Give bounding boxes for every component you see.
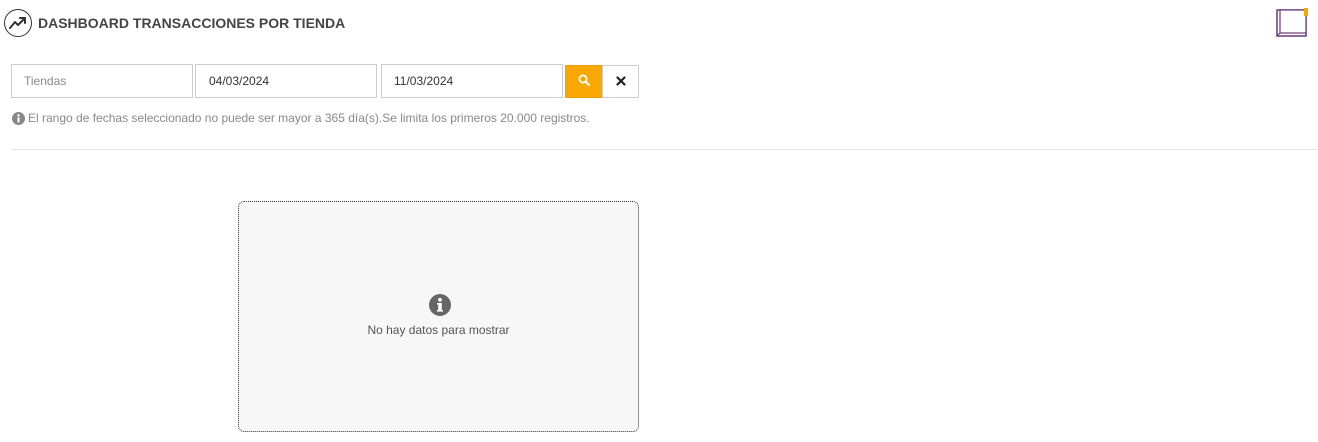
clear-button[interactable] (602, 65, 639, 98)
hint-text: El rango de fechas seleccionado no puede… (28, 111, 590, 125)
store-input[interactable] (11, 64, 193, 98)
book-icon[interactable] (1275, 8, 1309, 38)
empty-state-message: No hay datos para mostrar (367, 323, 510, 337)
date-range-hint: El rango de fechas seleccionado no puede… (12, 111, 590, 125)
page: DASHBOARD TRANSACCIONES POR TIENDA Tiend… (0, 0, 1318, 442)
page-title: DASHBOARD TRANSACCIONES POR TIENDA (38, 15, 346, 31)
trend-chart-icon (4, 9, 32, 37)
info-icon (429, 294, 451, 316)
search-button[interactable] (565, 65, 603, 98)
close-icon (615, 73, 626, 91)
date-to-input[interactable] (381, 64, 563, 98)
divider (11, 149, 1318, 150)
search-icon (578, 73, 590, 91)
page-header: DASHBOARD TRANSACCIONES POR TIENDA (4, 9, 345, 37)
empty-state-panel: No hay datos para mostrar (238, 201, 639, 432)
info-icon (12, 111, 25, 125)
date-from-input[interactable] (195, 64, 377, 98)
